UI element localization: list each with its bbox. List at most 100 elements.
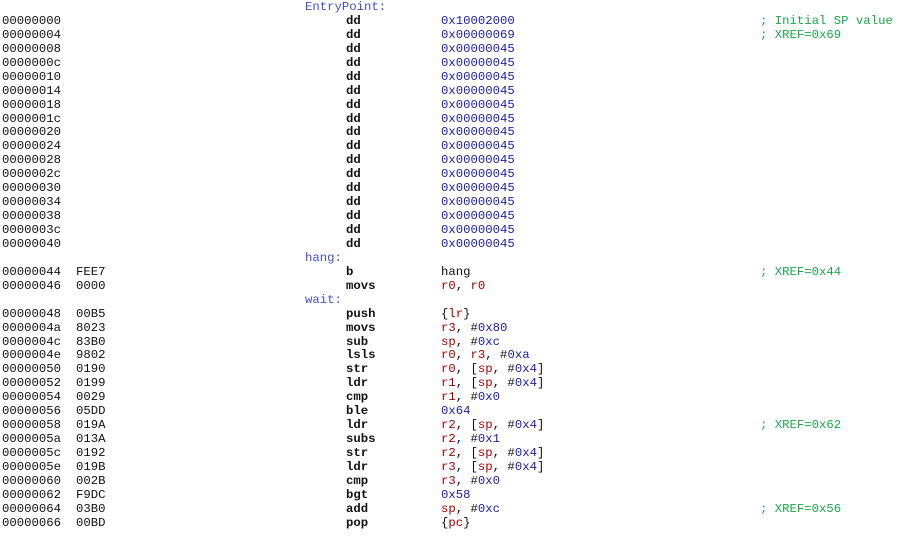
opcode-bytes: F9DC — [76, 487, 106, 502]
instruction-row[interactable]: 00000040 dd 0x00000045 — [0, 236, 914, 252]
instruction-row[interactable]: 0000003c dd 0x00000045 — [0, 223, 914, 238]
instruction-row[interactable]: 0000000c dd 0x00000045 — [0, 55, 914, 71]
operands: 0x64 — [441, 404, 471, 419]
operand-punctuation: ] — [536, 446, 545, 460]
hex-operand: 0x00000045 — [441, 236, 515, 251]
disassembly-listing[interactable]: EntryPoint: 00000000 dd 0x10002000 ; Initial… — [0, 0, 914, 531]
opcode-bytes: 002B — [76, 473, 106, 488]
instruction-row[interactable]: 00000020 dd 0x00000045 — [0, 125, 914, 140]
address: 00000020 — [2, 125, 62, 140]
mnemonic: dd — [346, 69, 361, 84]
mnemonic: dd — [346, 153, 361, 168]
instruction-row[interactable]: 00000048 00B5 push {lr} — [0, 306, 914, 322]
hex-operand: 0x00000045 — [441, 223, 515, 237]
instruction-row[interactable]: 0000005a 013A subs r2, #0x1 — [0, 432, 914, 447]
instruction-row[interactable]: 00000038 dd 0x00000045 — [0, 209, 914, 224]
instruction-row[interactable]: 0000005e 019B ldr r3, [sp, #0x4] — [0, 459, 914, 475]
code-label[interactable]: hang: — [305, 251, 342, 266]
instruction-row[interactable]: 00000030 dd 0x00000045 — [0, 181, 914, 196]
hex-operand: 0x4 — [514, 446, 537, 460]
instruction-row[interactable]: 0000004c 83B0 sub sp, #0xc — [0, 335, 914, 350]
operands: 0x00000045 — [441, 139, 515, 154]
operand-punctuation: , [ — [455, 418, 478, 433]
operand-punctuation: ] — [536, 362, 545, 377]
address: 00000018 — [2, 97, 62, 112]
opcode-bytes: 0029 — [76, 390, 106, 405]
instruction-row[interactable]: 00000018 dd 0x00000045 — [0, 97, 914, 113]
operands: r2, #0x1 — [441, 432, 500, 447]
hex-operand: 0x00000045 — [441, 195, 515, 210]
operands: 0x00000045 — [441, 153, 515, 168]
address: 00000040 — [2, 236, 62, 251]
instruction-row[interactable]: 00000044 FEE7 b hang ; XREF=0x44 — [0, 264, 914, 280]
mnemonic: dd — [346, 236, 361, 251]
code-label[interactable]: wait: — [305, 293, 342, 308]
hex-operand: 0x00000069 — [441, 27, 515, 42]
operands: r0, [sp, #0x4] — [441, 362, 545, 377]
operands: {pc} — [441, 515, 471, 531]
mnemonic: movs — [346, 278, 376, 293]
hex-operand: 0x00000045 — [441, 55, 515, 70]
code-label[interactable]: EntryPoint: — [305, 0, 386, 15]
comment: ; XREF=0x62 — [760, 418, 842, 433]
instruction-row[interactable]: 0000004a 8023 movs r3, #0x80 — [0, 321, 914, 336]
address: 00000004 — [2, 27, 62, 42]
label-row[interactable]: EntryPoint: — [0, 0, 914, 15]
instruction-row[interactable]: 00000056 05DD ble 0x64 — [0, 404, 914, 419]
label-row[interactable]: hang: — [0, 251, 914, 266]
instruction-row[interactable]: 00000028 dd 0x00000045 — [0, 153, 914, 168]
instruction-row[interactable]: 00000008 dd 0x00000045 — [0, 42, 914, 57]
address: 00000048 — [2, 306, 62, 321]
operands: 0x00000045 — [441, 42, 515, 57]
instruction-row[interactable]: 00000054 0029 cmp r1, #0x0 — [0, 390, 914, 405]
instruction-row[interactable]: 00000024 dd 0x00000045 — [0, 139, 914, 154]
instruction-row[interactable]: 00000064 03B0 add sp, #0xc ; XREF=0x56 — [0, 501, 914, 517]
label-row[interactable]: wait: — [0, 293, 914, 308]
mnemonic: ldr — [346, 418, 369, 433]
instruction-row[interactable]: 0000001c dd 0x00000045 — [0, 112, 914, 127]
instruction-row[interactable]: 00000050 0190 str r0, [sp, #0x4] — [0, 362, 914, 377]
comment: ; XREF=0x69 — [760, 27, 842, 42]
operand-punctuation: , # — [485, 348, 508, 363]
operand-punctuation: , # — [455, 432, 478, 447]
operand-punctuation: , # — [455, 390, 478, 405]
instruction-row[interactable]: 00000066 00BD pop {pc} — [0, 515, 914, 531]
mnemonic: dd — [346, 195, 361, 210]
instruction-row[interactable]: 0000004e 9802 lsls r0, r3, #0xa — [0, 348, 914, 363]
instruction-row[interactable]: 00000058 019A ldr r2, [sp, #0x4] ; XREF=0x62 — [0, 418, 914, 433]
mnemonic: ldr — [346, 459, 369, 474]
instruction-row[interactable]: 00000014 dd 0x00000045 — [0, 84, 914, 99]
address: 00000046 — [2, 278, 62, 293]
mnemonic: str — [346, 362, 369, 377]
operand-punctuation: ] — [536, 459, 545, 474]
mnemonic: push — [346, 306, 376, 321]
instruction-row[interactable]: 00000062 F9DC bgt 0x58 — [0, 487, 914, 503]
opcode-bytes: 9802 — [76, 348, 106, 363]
hex-operand: 0xc — [477, 501, 501, 516]
hex-operand: 0x00000045 — [441, 153, 515, 168]
instruction-row[interactable]: 00000004 dd 0x00000069 ; XREF=0x69 — [0, 27, 914, 43]
operand-punctuation: , — [455, 348, 471, 363]
opcode-bytes: 0000 — [76, 278, 106, 293]
register-operand: r2 — [441, 432, 456, 447]
instruction-row[interactable]: 00000052 0199 ldr r1, [sp, #0x4] — [0, 376, 914, 391]
instruction-row[interactable]: 0000002c dd 0x00000045 — [0, 167, 914, 182]
opcode-bytes: 013A — [76, 432, 106, 447]
address: 00000044 — [2, 264, 62, 279]
operands: 0x00000045 — [441, 125, 515, 140]
instruction-row[interactable]: 00000000 dd 0x10002000 ; Initial SP value — [0, 14, 914, 29]
instruction-row[interactable]: 00000060 002B cmp r3, #0x0 — [0, 473, 914, 489]
symbol-reference[interactable]: hang — [441, 265, 471, 279]
mnemonic: str — [346, 446, 369, 460]
register-operand: r2 — [441, 446, 456, 460]
register-operand: r3 — [470, 348, 486, 363]
instruction-row[interactable]: 00000034 dd 0x00000045 — [0, 195, 914, 210]
hex-operand: 0x00000045 — [441, 97, 515, 112]
instruction-row[interactable]: 00000046 0000 movs r0, r0 — [0, 278, 914, 294]
instruction-row[interactable]: 0000005c 0192 str r2, [sp, #0x4] — [0, 446, 914, 461]
operand-punctuation: , — [455, 278, 471, 293]
register-operand: pc — [448, 515, 464, 530]
opcode-bytes: 019B — [76, 459, 106, 474]
address: 00000030 — [2, 181, 62, 196]
instruction-row[interactable]: 00000010 dd 0x00000045 — [0, 69, 914, 85]
